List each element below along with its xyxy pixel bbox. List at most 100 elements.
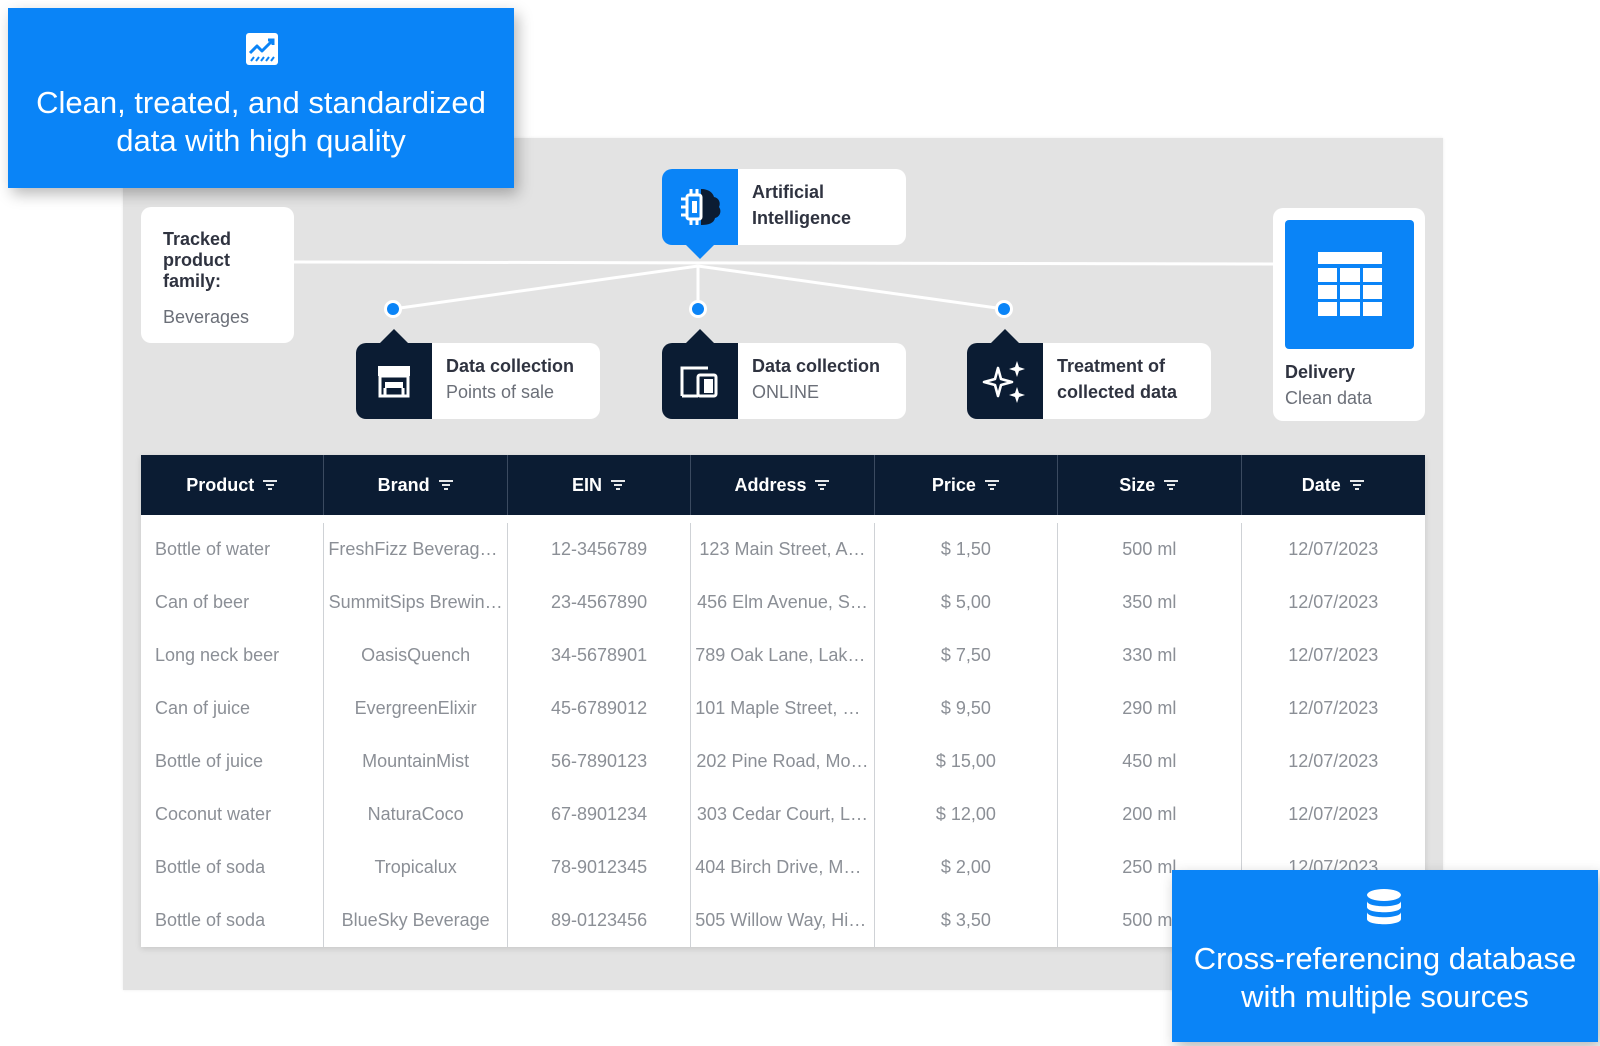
cell-text: Bottle of soda — [155, 857, 266, 877]
delivery-label-line2: Clean data — [1285, 388, 1373, 408]
treat-label-line1: Treatment of — [1057, 356, 1166, 376]
cell-text: MountainMist — [362, 751, 470, 771]
table-header: Product Brand EIN Address Price Size Date — [141, 455, 1425, 515]
filter-icon[interactable] — [814, 479, 830, 491]
filter-icon[interactable] — [610, 479, 626, 491]
filter-icon[interactable] — [984, 479, 1000, 491]
table-row[interactable]: Bottle of water FreshFizz Beverages… 12-34… — [141, 523, 1425, 576]
treat-label-line2: collected data — [1057, 382, 1178, 402]
cell-text: $ 15,00 — [935, 751, 996, 771]
table-cell-date: 12/07/2023 — [1242, 735, 1425, 788]
table-cell-brand: BlueSky Beverage — [324, 894, 508, 947]
table-cell-size: 330 ml — [1058, 629, 1242, 682]
cell-text: $ 9,50 — [940, 698, 991, 718]
column-header-ein[interactable]: EIN — [508, 455, 692, 515]
cell-text: 12-3456789 — [551, 539, 648, 559]
quality-callout-text: Clean, treated, and standardized data wi… — [36, 85, 486, 158]
cell-text: Can of beer — [155, 592, 250, 612]
table-row[interactable]: Coconut water NaturaCoco 67-8901234 303 Ced… — [141, 788, 1425, 841]
ai-pointer — [686, 245, 714, 259]
table-cell-ein: 56-7890123 — [508, 735, 692, 788]
table-cell-address: 123 Main Street, A… — [691, 523, 875, 576]
cell-text: 56-7890123 — [551, 751, 648, 771]
table-cell-size: 200 ml — [1058, 788, 1242, 841]
table-cell-product: Coconut water — [141, 788, 325, 841]
cell-text: 34-5678901 — [551, 645, 648, 665]
cell-text: $ 1,50 — [940, 539, 991, 559]
cell-text: 101 Maple Street, R… — [695, 698, 870, 718]
cell-text: $ 2,00 — [940, 857, 991, 877]
ai-label-line1: Artificial — [752, 182, 825, 202]
cell-text: 78-9012345 — [551, 857, 648, 877]
column-header-address[interactable]: Address — [691, 455, 875, 515]
table-cell-price: $ 1,50 — [875, 523, 1059, 576]
filter-icon[interactable] — [438, 479, 454, 491]
column-header-size[interactable]: Size — [1058, 455, 1242, 515]
table-cell-price: $ 9,50 — [875, 682, 1059, 735]
pos-label-line2: Points of sale — [446, 382, 555, 402]
cell-text: 290 ml — [1122, 698, 1177, 718]
node-points-of-sale: Data collection Points of sale — [356, 329, 600, 419]
node-treatment: Treatment of collected data — [967, 329, 1211, 419]
cell-text: OasisQuench — [361, 645, 471, 665]
table-cell-price: $ 5,00 — [875, 576, 1059, 629]
node-online: Data collection ONLINE — [662, 329, 906, 419]
column-header-label: Date — [1301, 474, 1341, 495]
column-header-brand[interactable]: Brand — [324, 455, 508, 515]
table-cell-brand: Tropicalux — [324, 841, 508, 894]
table-cell-date: 12/07/2023 — [1242, 788, 1425, 841]
cell-text: FreshFizz Beverages… — [328, 539, 503, 559]
table-cell-date: 12/07/2023 — [1242, 523, 1425, 576]
table-cell-ein: 45-6789012 — [508, 682, 692, 735]
pos-label-line1: Data collection — [446, 356, 575, 376]
column-header-date[interactable]: Date — [1242, 455, 1425, 515]
quality-callout: Clean, treated, and standardized data wi… — [8, 8, 514, 188]
table-row[interactable]: Bottle of juice MountainMist 56-7890123 202… — [141, 735, 1425, 788]
table-cell-address: 101 Maple Street, R… — [691, 682, 875, 735]
table-row[interactable]: Can of juice EvergreenElixir 45-6789012 101… — [141, 682, 1425, 735]
cell-text: 23-4567890 — [551, 592, 648, 612]
cell-text: 12/07/2023 — [1288, 592, 1379, 612]
cell-text: $ 3,50 — [940, 910, 991, 930]
cell-text: 202 Pine Road, Mo… — [696, 751, 869, 771]
cell-text: 45-6789012 — [551, 698, 648, 718]
table-cell-product: Long neck beer — [141, 629, 325, 682]
cell-text: 200 ml — [1122, 804, 1177, 824]
table-grid-icon — [1318, 252, 1382, 316]
cell-text: 250 ml — [1122, 857, 1177, 877]
online-label-line1: Data collection — [752, 356, 881, 376]
column-header-price[interactable]: Price — [875, 455, 1059, 515]
chart-trend-icon — [246, 33, 278, 65]
filter-icon[interactable] — [262, 479, 278, 491]
table-cell-price: $ 12,00 — [875, 788, 1059, 841]
cell-text: Bottle of water — [155, 539, 271, 559]
column-header-label: Address — [734, 474, 807, 495]
cell-text: $ 12,00 — [935, 804, 996, 824]
table-cell-brand: EvergreenElixir — [324, 682, 508, 735]
filter-icon[interactable] — [1163, 479, 1179, 491]
column-header-label: Product — [186, 474, 255, 495]
cell-text: BlueSky Beverage — [341, 910, 490, 930]
table-row[interactable]: Can of beer SummitSips Brewin… 23-4567890 4… — [141, 576, 1425, 629]
cell-text: NaturaCoco — [367, 804, 464, 824]
table-row[interactable]: Long neck beer OasisQuench 34-5678901 789 O… — [141, 629, 1425, 682]
cell-text: 404 Birch Drive, Me… — [695, 857, 870, 877]
table-cell-product: Bottle of water — [141, 523, 325, 576]
cell-text: 12/07/2023 — [1288, 804, 1379, 824]
delivery-label-line1: Delivery — [1285, 362, 1356, 382]
table-cell-ein: 12-3456789 — [508, 523, 692, 576]
cell-text: $ 7,50 — [940, 645, 991, 665]
filter-icon[interactable] — [1349, 479, 1365, 491]
devices-icon — [680, 366, 718, 398]
ai-tile — [662, 169, 738, 245]
cell-text: Coconut water — [155, 804, 272, 824]
online-pointer — [686, 329, 714, 343]
table-cell-brand: MountainMist — [324, 735, 508, 788]
table-cell-size: 350 ml — [1058, 576, 1242, 629]
ai-label-line2: Intelligence — [752, 208, 852, 228]
cell-text: Bottle of soda — [155, 910, 266, 930]
table-cell-product: Can of beer — [141, 576, 325, 629]
column-header-product[interactable]: Product — [141, 455, 325, 515]
tracked-value: Beverages — [163, 307, 250, 327]
column-header-label: Size — [1119, 474, 1156, 495]
